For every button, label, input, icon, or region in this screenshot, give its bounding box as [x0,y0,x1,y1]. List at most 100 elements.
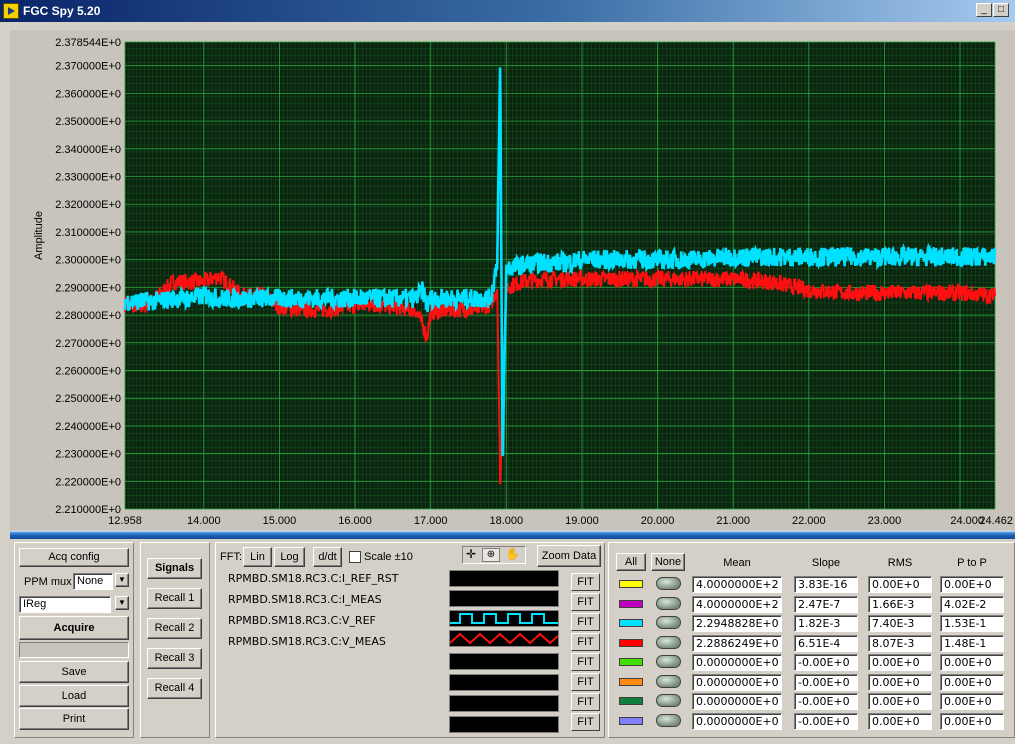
y-tick-label: 2.378544E+0 [55,37,121,49]
acquire-button[interactable]: Acquire [19,616,129,640]
series-color-swatch[interactable] [619,619,643,627]
series-visibility-toggle[interactable] [656,694,681,707]
y-tick-label: 2.240000E+0 [55,421,121,433]
fit-button[interactable]: FIT [571,673,600,691]
pan-hand-icon[interactable]: ✋ [505,547,520,561]
fft-log-button[interactable]: Log [274,547,305,567]
recall-1-button[interactable]: Recall 1 [147,588,202,609]
signal-plot-style[interactable] [449,695,559,712]
fit-button[interactable]: FIT [571,633,600,651]
y-tick-label: 2.320000E+0 [55,199,121,211]
signal-plot-style[interactable] [449,653,559,670]
y-tick-label: 2.250000E+0 [55,393,121,405]
select-none-button[interactable]: None [651,553,685,571]
signal-plot-style[interactable] [449,570,559,587]
x-tick-label: 23.000 [868,515,902,527]
fft-label: FFT: [220,551,242,563]
stat-mean-value: 4.0000000E+2 [692,595,782,613]
save-button[interactable]: Save [19,661,129,683]
stat-mean-value: 0.0000000E+0 [692,673,782,691]
series-color-swatch[interactable] [619,638,643,647]
y-tick-label: 2.350000E+0 [55,116,121,128]
y-tick-label: 2.290000E+0 [55,282,121,294]
series-visibility-toggle[interactable] [656,616,681,629]
stat-ptop-value: 0.00E+0 [940,576,1004,593]
series-color-swatch[interactable] [619,716,643,725]
series-color-swatch[interactable] [619,599,643,608]
signal-plot-style[interactable] [449,716,559,733]
stat-rms-value: 8.07E-3 [868,634,932,652]
stat-rms-value: 7.40E-3 [868,615,932,632]
x-tick-label: 14.000 [187,515,221,527]
series-visibility-toggle[interactable] [656,655,681,668]
fit-button[interactable]: FIT [571,593,600,611]
signal-plot-style[interactable] [449,674,559,691]
stat-ptop-value: 0.00E+0 [940,673,1004,691]
y-tick-label: 2.280000E+0 [55,310,121,322]
stat-slope-value: -0.00E+0 [794,654,858,671]
recall-4-button[interactable]: Recall 4 [147,678,202,699]
signal-name: RPMBD.SM18.RC3.C:I_MEAS [228,593,382,606]
graph-scrollbar[interactable] [10,531,1015,539]
fft-lin-button[interactable]: Lin [243,547,272,567]
series-visibility-toggle[interactable] [656,577,681,590]
stat-slope-value: -0.00E+0 [794,673,858,691]
minimize-button[interactable]: _ [976,3,992,17]
print-button[interactable]: Print [19,708,129,730]
crosshair-icon[interactable]: ✛ [466,547,476,561]
slope-header: Slope [811,557,841,569]
series-color-swatch[interactable] [619,580,643,588]
stat-rms-value: 0.00E+0 [868,712,932,730]
x-tick-label: 18.000 [489,515,523,527]
series-color-swatch[interactable] [619,658,643,666]
fit-button[interactable]: FIT [571,693,600,711]
signals-button[interactable]: Signals [147,558,202,579]
x-tick-label: 21.000 [716,515,750,527]
zoom-data-button[interactable]: Zoom Data [537,545,601,567]
y-tick-label: 2.270000E+0 [55,338,121,350]
fit-button[interactable]: FIT [571,713,600,731]
ppm-mux-select[interactable]: None [73,573,113,590]
ddt-button[interactable]: d/dt [313,547,342,567]
ppm-mux-dropdown-icon[interactable]: ▼ [115,573,129,587]
series-visibility-toggle[interactable] [656,674,681,688]
y-tick-label: 2.300000E+0 [55,255,121,267]
stat-mean-value: 0.0000000E+0 [692,712,782,730]
series-color-swatch[interactable] [619,697,643,705]
stat-ptop-value: 1.48E-1 [940,634,1004,652]
mean-header: Mean [723,557,751,569]
signal-plot-style[interactable] [449,590,559,607]
stat-rms-value: 0.00E+0 [868,693,932,710]
series-visibility-toggle[interactable] [656,713,681,727]
y-tick-label: 2.230000E+0 [55,449,121,461]
fit-button[interactable]: FIT [571,653,600,671]
maximize-button[interactable]: □ [993,3,1009,17]
stat-mean-value: 0.0000000E+0 [692,693,782,710]
recall-3-button[interactable]: Recall 3 [147,648,202,669]
fit-button[interactable]: FIT [571,613,600,631]
y-tick-label: 2.370000E+0 [55,61,121,73]
x-tick-label: 19.000 [565,515,599,527]
signal-plot-style[interactable] [449,630,559,647]
x-tick-label: 17.000 [414,515,448,527]
fit-button[interactable]: FIT [571,573,600,591]
scale-label: Scale ±10 [364,551,413,563]
ireg-select[interactable]: IReg [19,596,111,613]
signal-name: RPMBD.SM18.RC3.C:V_REF [228,614,376,627]
stat-ptop-value: 0.00E+0 [940,693,1004,710]
series-visibility-toggle[interactable] [656,635,681,649]
zigzag-icon [449,632,559,645]
zoom-icon[interactable]: ⊕ [482,548,500,562]
load-button[interactable]: Load [19,685,129,707]
rms-header: RMS [887,557,913,569]
acq-config-button[interactable]: Acq config [19,548,129,567]
series-color-swatch[interactable] [619,677,643,686]
select-all-button[interactable]: All [616,553,646,571]
ireg-dropdown-icon[interactable]: ▼ [115,596,129,610]
scale-checkbox[interactable] [349,551,361,563]
title-bar: FGC Spy 5.20 _ □ [0,0,1015,22]
graph-tools: ✛ ⊕ ✋ [462,546,526,564]
signal-plot-style[interactable] [449,610,559,627]
series-visibility-toggle[interactable] [656,596,681,610]
recall-2-button[interactable]: Recall 2 [147,618,202,639]
